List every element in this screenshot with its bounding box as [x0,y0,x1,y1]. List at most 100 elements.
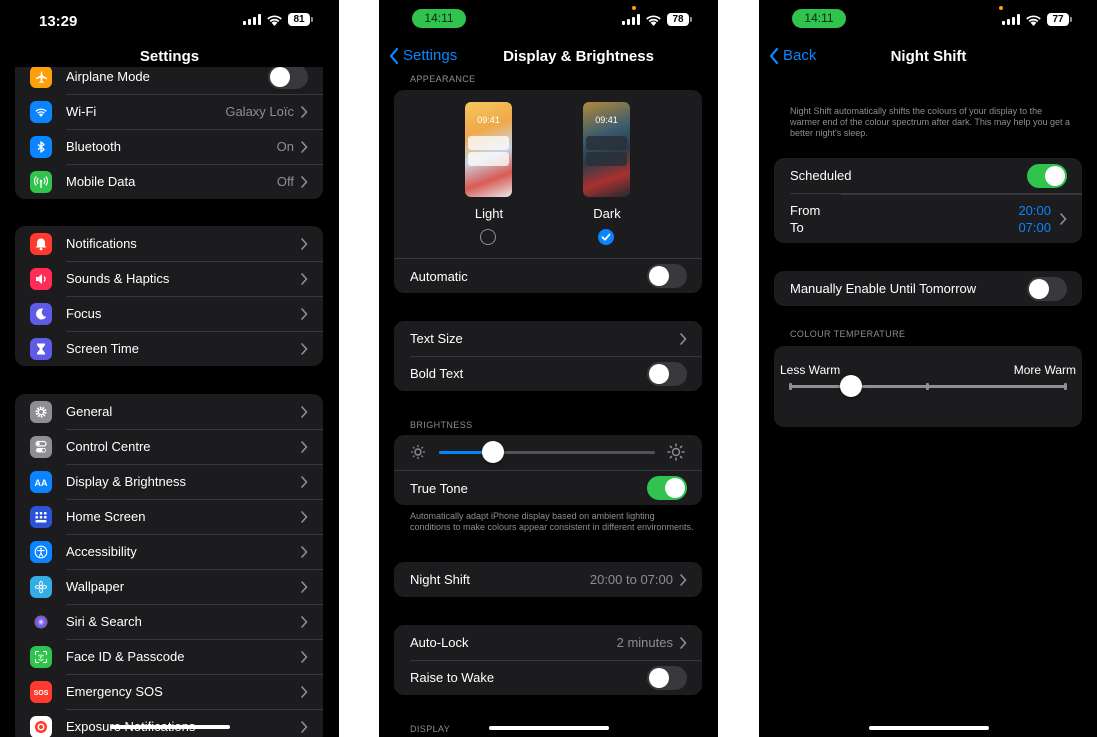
chevron-right-icon [301,175,308,188]
chevron-right-icon [301,440,308,453]
home-indicator [868,726,989,730]
slider-tick-middle [926,383,929,390]
antenna-icon [30,170,52,193]
aa-icon: AA [30,470,52,493]
cellular-signal-icon [622,14,640,25]
settings-row-value: Off [276,174,294,189]
page-title: Settings [139,48,200,65]
brightness-slider-thumb[interactable] [482,441,504,463]
status-time: 14:11 [412,9,466,28]
from-time-value: 20:00 [1018,202,1051,218]
faceid-icon [30,645,52,668]
settings-row-emergency-sos[interactable]: SOS Emergency SOS [15,674,323,709]
text-size-row[interactable]: Text Size [394,321,702,356]
text-settings-group: Text Size Bold Text [394,321,702,391]
settings-row-label: Notifications [66,236,137,251]
bold-text-row: Bold Text [394,356,702,391]
battery-icon: 78 [667,13,692,26]
brightness-group: True Tone [394,435,702,505]
dark-mode-label: Dark [593,206,621,221]
temperature-slider-thumb[interactable] [839,375,862,397]
settings-row-mobile-data[interactable]: Mobile Data Off [15,164,323,199]
privacy-indicator-icon [632,6,636,10]
night-shift-description: Night Shift automatically shifts the col… [790,106,1070,138]
schedule-group: Scheduled From To 20:00 07:00 [774,158,1082,243]
navigation-bar: Back Night Shift [759,40,1097,72]
wifi-status-icon [267,14,282,26]
gear-icon [30,400,52,423]
home-indicator [488,726,609,730]
settings-row-notifications[interactable]: Notifications [15,226,323,261]
chevron-right-icon [680,573,687,586]
settings-row-label: Control Centre [66,439,151,454]
status-time: 13:29 [39,13,78,30]
settings-row-wallpaper[interactable]: Wallpaper [15,569,323,604]
chevron-right-icon [301,615,308,628]
automatic-label: Automatic [410,268,468,284]
settings-row-wi-fi[interactable]: Wi-Fi Galaxy Loïc [15,94,323,129]
exposure-icon [30,715,52,737]
scheduled-row: Scheduled [774,158,1082,193]
settings-row-general[interactable]: General [15,394,323,429]
light-mode-label: Light [474,206,504,221]
status-icons: 77 [1002,13,1072,26]
bell-icon [30,232,52,255]
settings-row-label: Home Screen [66,509,146,524]
settings-row-label: Display & Brightness [66,474,186,489]
sun-small-icon [410,444,426,460]
settings-row-label: Wallpaper [66,579,125,594]
sun-large-icon [667,443,685,461]
settings-row-label: Airplane Mode [66,69,150,84]
night-shift-row[interactable]: Night Shift 20:00 to 07:00 [394,562,702,597]
settings-row-control-centre[interactable]: Control Centre [15,429,323,464]
settings-row-sounds-and-haptics[interactable]: Sounds & Haptics [15,261,323,296]
schedule-times-row[interactable]: From To 20:00 07:00 [790,193,1082,243]
colour-temperature-group: Less Warm More Warm [774,346,1082,427]
night-shift-group: Night Shift 20:00 to 07:00 [394,562,702,597]
slider-tick-end [1064,383,1067,390]
settings-row-accessibility[interactable]: Accessibility [15,534,323,569]
scheduled-toggle[interactable] [1027,163,1067,188]
settings-row-label: Focus [66,306,102,321]
chevron-right-icon [301,720,308,733]
raise-to-wake-toggle[interactable] [647,665,687,690]
settings-row-bluetooth[interactable]: Bluetooth On [15,129,323,164]
airplane-mode-toggle[interactable] [268,67,308,89]
automatic-toggle[interactable] [647,264,687,288]
wifi-icon [30,100,52,123]
battery-icon: 77 [1047,13,1072,26]
chevron-right-icon [680,636,687,649]
settings-row-display-and-brightness[interactable]: AA Display & Brightness [15,464,323,499]
auto-lock-value: 2 minutes [616,635,673,650]
settings-row-siri-and-search[interactable]: Siri & Search [15,604,323,639]
navigation-bar: Settings Display & Brightness [379,40,718,72]
bold-text-toggle[interactable] [647,361,687,386]
chevron-right-icon [301,545,308,558]
light-mode-radio[interactable] [480,229,496,245]
night-shift-screen: 14:11 77 Back Night Shift Night Shift au… [759,0,1097,737]
night-shift-value: 20:00 to 07:00 [589,572,673,587]
settings-group-connectivity: Airplane Mode Wi-Fi Galaxy Loïc Bluetooth On… [15,67,323,199]
from-label: From [790,202,821,218]
manual-enable-toggle[interactable] [1027,276,1067,301]
auto-lock-row[interactable]: Auto-Lock 2 minutes [394,625,702,660]
chevron-right-icon [301,405,308,418]
settings-row-label: Bluetooth [66,139,121,154]
cellular-signal-icon [1002,14,1020,25]
dark-mode-radio[interactable] [598,229,614,245]
moon-icon [30,302,52,325]
settings-row-exposure-notifications[interactable]: Exposure Notifications [15,709,323,737]
settings-row-focus[interactable]: Focus [15,296,323,331]
dark-mode-preview[interactable]: 09:41 [583,102,630,197]
lock-group: Auto-Lock 2 minutes Raise to Wake [394,625,702,695]
settings-row-screen-time[interactable]: Screen Time [15,331,323,366]
bluetooth-icon [30,135,52,158]
colour-temperature-header: COLOUR TEMPERATURE [790,329,906,339]
manual-enable-group: Manually Enable Until Tomorrow [774,271,1082,306]
status-icons: 78 [622,13,692,26]
display-header: DISPLAY [410,724,451,734]
true-tone-toggle[interactable] [647,476,687,500]
light-mode-preview[interactable]: 09:41 [465,102,512,197]
settings-row-home-screen[interactable]: Home Screen [15,499,323,534]
settings-row-face-id-and-passcode[interactable]: Face ID & Passcode [15,639,323,674]
